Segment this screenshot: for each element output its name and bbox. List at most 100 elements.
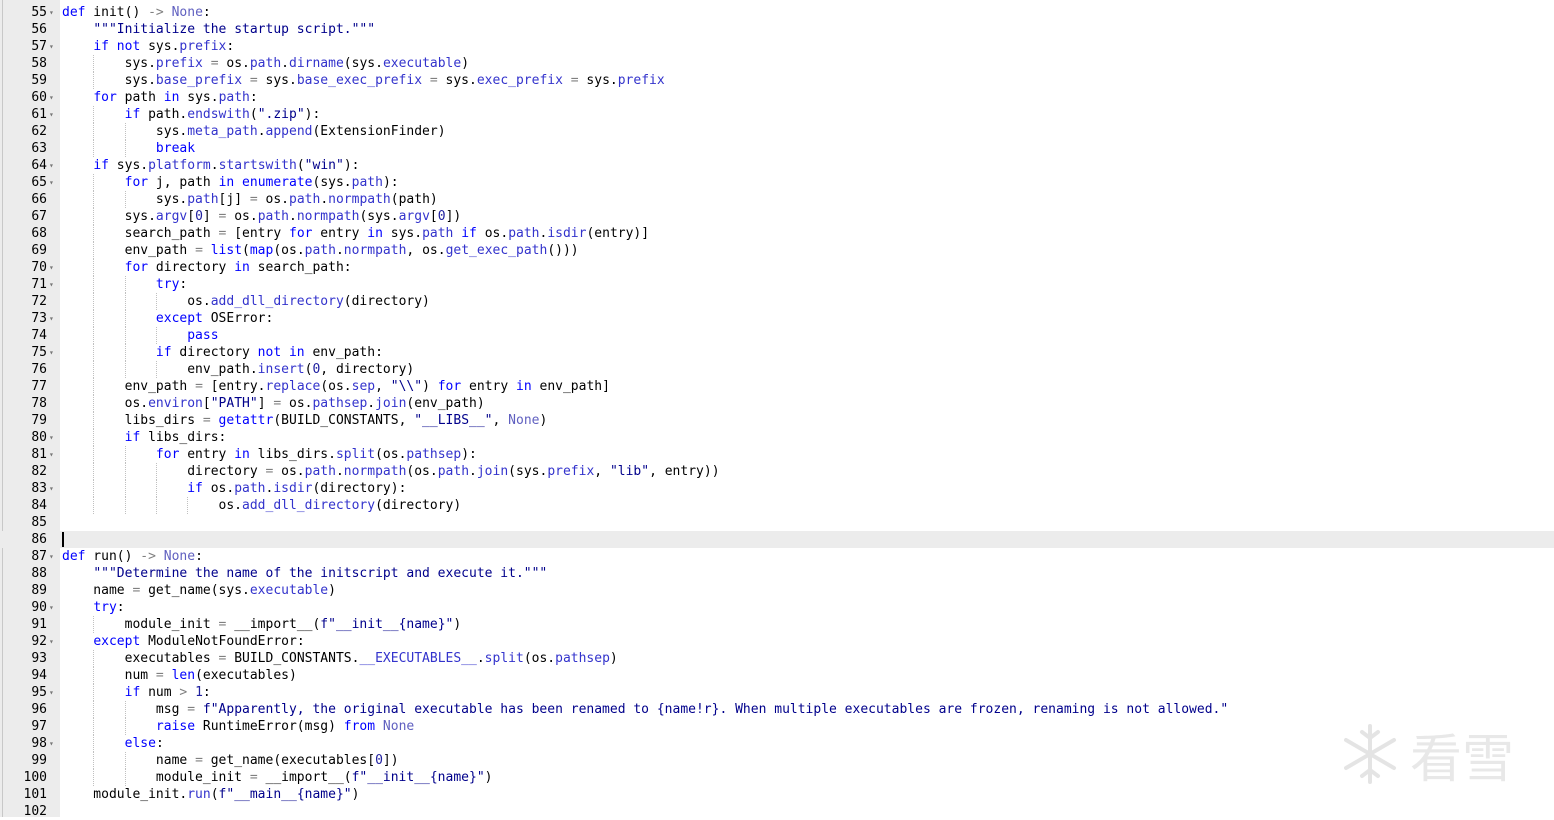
code-line[interactable]: 62 sys.meta_path.append(ExtensionFinder): [0, 123, 1554, 140]
fold-toggle-icon[interactable]: ▾: [49, 735, 57, 752]
code-text[interactable]: search_path = [entry for entry in sys.pa…: [62, 225, 649, 242]
code-line[interactable]: 80 ▾ if libs_dirs:: [0, 429, 1554, 446]
code-text[interactable]: if sys.platform.startswith("win"):: [62, 157, 359, 174]
code-line[interactable]: 91 module_init = __import__(f"__init__{n…: [0, 616, 1554, 633]
fold-toggle-icon[interactable]: ▾: [49, 89, 57, 106]
code-text[interactable]: module_init.run(f"__main__{name}"): [62, 786, 359, 803]
code-line[interactable]: 75 ▾ if directory not in env_path:: [0, 344, 1554, 361]
fold-toggle-icon[interactable]: ▾: [49, 599, 57, 616]
code-line[interactable]: 68 search_path = [entry for entry in sys…: [0, 225, 1554, 242]
code-text[interactable]: os.add_dll_directory(directory): [62, 497, 462, 514]
fold-toggle-icon[interactable]: ▾: [49, 276, 57, 293]
code-line[interactable]: 78 os.environ["PATH"] = os.pathsep.join(…: [0, 395, 1554, 412]
code-line[interactable]: 90 ▾ try:: [0, 599, 1554, 616]
code-line[interactable]: 102: [0, 803, 1554, 820]
code-text[interactable]: sys.base_prefix = sys.base_exec_prefix =…: [62, 72, 665, 89]
code-text[interactable]: raise RuntimeError(msg) from None: [62, 718, 414, 735]
code-text[interactable]: sys.meta_path.append(ExtensionFinder): [62, 123, 446, 140]
code-line[interactable]: 93 executables = BUILD_CONSTANTS.__EXECU…: [0, 650, 1554, 667]
code-text[interactable]: msg = f"Apparently, the original executa…: [62, 701, 1228, 718]
code-text[interactable]: break: [62, 140, 195, 157]
code-text[interactable]: def init() -> None:: [62, 4, 211, 21]
code-text[interactable]: except OSError:: [62, 310, 273, 327]
code-text[interactable]: directory = os.path.normpath(os.path.joi…: [62, 463, 719, 480]
code-line[interactable]: 77 env_path = [entry.replace(os.sep, "\\…: [0, 378, 1554, 395]
code-line[interactable]: 82 directory = os.path.normpath(os.path.…: [0, 463, 1554, 480]
code-line[interactable]: 86: [0, 531, 1554, 548]
code-line[interactable]: 88 """Determine the name of the initscri…: [0, 565, 1554, 582]
fold-toggle-icon[interactable]: ▾: [49, 446, 57, 463]
fold-toggle-icon[interactable]: ▾: [49, 106, 57, 123]
code-text[interactable]: name = get_name(sys.executable): [62, 582, 336, 599]
code-text[interactable]: try:: [62, 276, 187, 293]
code-text[interactable]: sys.path[j] = os.path.normpath(path): [62, 191, 438, 208]
code-text[interactable]: env_path = list(map(os.path.normpath, os…: [62, 242, 579, 259]
code-text[interactable]: for j, path in enumerate(sys.path):: [62, 174, 399, 191]
code-line[interactable]: 98 ▾ else:: [0, 735, 1554, 752]
code-line[interactable]: 73 ▾ except OSError:: [0, 310, 1554, 327]
code-text[interactable]: sys.argv[0] = os.path.normpath(sys.argv[…: [62, 208, 462, 225]
fold-toggle-icon[interactable]: ▾: [49, 548, 57, 565]
code-line[interactable]: 71 ▾ try:: [0, 276, 1554, 293]
fold-toggle-icon[interactable]: ▾: [49, 174, 57, 191]
code-text[interactable]: if path.endswith(".zip"):: [62, 106, 321, 123]
fold-toggle-icon[interactable]: ▾: [49, 633, 57, 650]
fold-toggle-icon[interactable]: ▾: [49, 429, 57, 446]
code-text[interactable]: name = get_name(executables[0]): [62, 752, 399, 769]
code-text[interactable]: def run() -> None:: [62, 548, 203, 565]
code-text[interactable]: os.add_dll_directory(directory): [62, 293, 430, 310]
code-text[interactable]: env_path.insert(0, directory): [62, 361, 414, 378]
code-text[interactable]: env_path = [entry.replace(os.sep, "\\") …: [62, 378, 610, 395]
code-line[interactable]: 66 sys.path[j] = os.path.normpath(path): [0, 191, 1554, 208]
code-line[interactable]: 101 module_init.run(f"__main__{name}"): [0, 786, 1554, 803]
code-text[interactable]: if directory not in env_path:: [62, 344, 383, 361]
code-line[interactable]: 57 ▾ if not sys.prefix:: [0, 38, 1554, 55]
code-text[interactable]: for entry in libs_dirs.split(os.pathsep)…: [62, 446, 477, 463]
code-text[interactable]: if os.path.isdir(directory):: [62, 480, 406, 497]
code-line[interactable]: 70 ▾ for directory in search_path:: [0, 259, 1554, 276]
code-line[interactable]: 64 ▾ if sys.platform.startswith("win"):: [0, 157, 1554, 174]
fold-toggle-icon[interactable]: ▾: [49, 480, 57, 497]
code-line[interactable]: 84 os.add_dll_directory(directory): [0, 497, 1554, 514]
fold-toggle-icon[interactable]: ▾: [49, 344, 57, 361]
code-line[interactable]: 69 env_path = list(map(os.path.normpath,…: [0, 242, 1554, 259]
code-line[interactable]: 63 break: [0, 140, 1554, 157]
code-lines[interactable]: 55 ▾ def init() -> None: 56 """Initialize t…: [0, 4, 1554, 820]
code-text[interactable]: libs_dirs = getattr(BUILD_CONSTANTS, "__…: [62, 412, 548, 429]
code-text[interactable]: module_init = __import__(f"__init__{name…: [62, 616, 462, 633]
code-text[interactable]: try:: [62, 599, 124, 616]
code-line[interactable]: 89 name = get_name(sys.executable): [0, 582, 1554, 599]
code-line[interactable]: 99 name = get_name(executables[0]): [0, 752, 1554, 769]
code-line[interactable]: 100 module_init = __import__(f"__init__{…: [0, 769, 1554, 786]
code-line[interactable]: 85: [0, 514, 1554, 531]
fold-toggle-icon[interactable]: ▾: [49, 4, 57, 21]
code-text[interactable]: """Initialize the startup script.""": [62, 21, 375, 38]
fold-toggle-icon[interactable]: ▾: [49, 310, 57, 327]
code-text[interactable]: for directory in search_path:: [62, 259, 352, 276]
code-line[interactable]: 92 ▾ except ModuleNotFoundError:: [0, 633, 1554, 650]
code-line[interactable]: 58 sys.prefix = os.path.dirname(sys.exec…: [0, 55, 1554, 72]
code-text[interactable]: executables = BUILD_CONSTANTS.__EXECUTAB…: [62, 650, 618, 667]
code-line[interactable]: 87 ▾ def run() -> None:: [0, 548, 1554, 565]
code-text[interactable]: sys.prefix = os.path.dirname(sys.executa…: [62, 55, 469, 72]
code-line[interactable]: 81 ▾ for entry in libs_dirs.split(os.path…: [0, 446, 1554, 463]
code-line[interactable]: 74 pass: [0, 327, 1554, 344]
fold-toggle-icon[interactable]: ▾: [49, 157, 57, 174]
fold-toggle-icon[interactable]: ▾: [49, 38, 57, 55]
code-line[interactable]: 56 """Initialize the startup script.""": [0, 21, 1554, 38]
code-line[interactable]: 79 libs_dirs = getattr(BUILD_CONSTANTS, …: [0, 412, 1554, 429]
code-line[interactable]: 83 ▾ if os.path.isdir(directory):: [0, 480, 1554, 497]
code-line[interactable]: 76 env_path.insert(0, directory): [0, 361, 1554, 378]
code-editor[interactable]: 55 ▾ def init() -> None: 56 """Initialize t…: [0, 0, 1554, 820]
code-line[interactable]: 60 ▾ for path in sys.path:: [0, 89, 1554, 106]
fold-toggle-icon[interactable]: ▾: [49, 259, 57, 276]
code-line[interactable]: 61 ▾ if path.endswith(".zip"):: [0, 106, 1554, 123]
code-text[interactable]: for path in sys.path:: [62, 89, 257, 106]
code-line[interactable]: 55 ▾ def init() -> None:: [0, 4, 1554, 21]
code-text[interactable]: module_init = __import__(f"__init__{name…: [62, 769, 493, 786]
code-text[interactable]: if num > 1:: [62, 684, 211, 701]
code-line[interactable]: 94 num = len(executables): [0, 667, 1554, 684]
code-line[interactable]: 96 msg = f"Apparently, the original exec…: [0, 701, 1554, 718]
code-text[interactable]: if libs_dirs:: [62, 429, 227, 446]
code-text[interactable]: else:: [62, 735, 164, 752]
